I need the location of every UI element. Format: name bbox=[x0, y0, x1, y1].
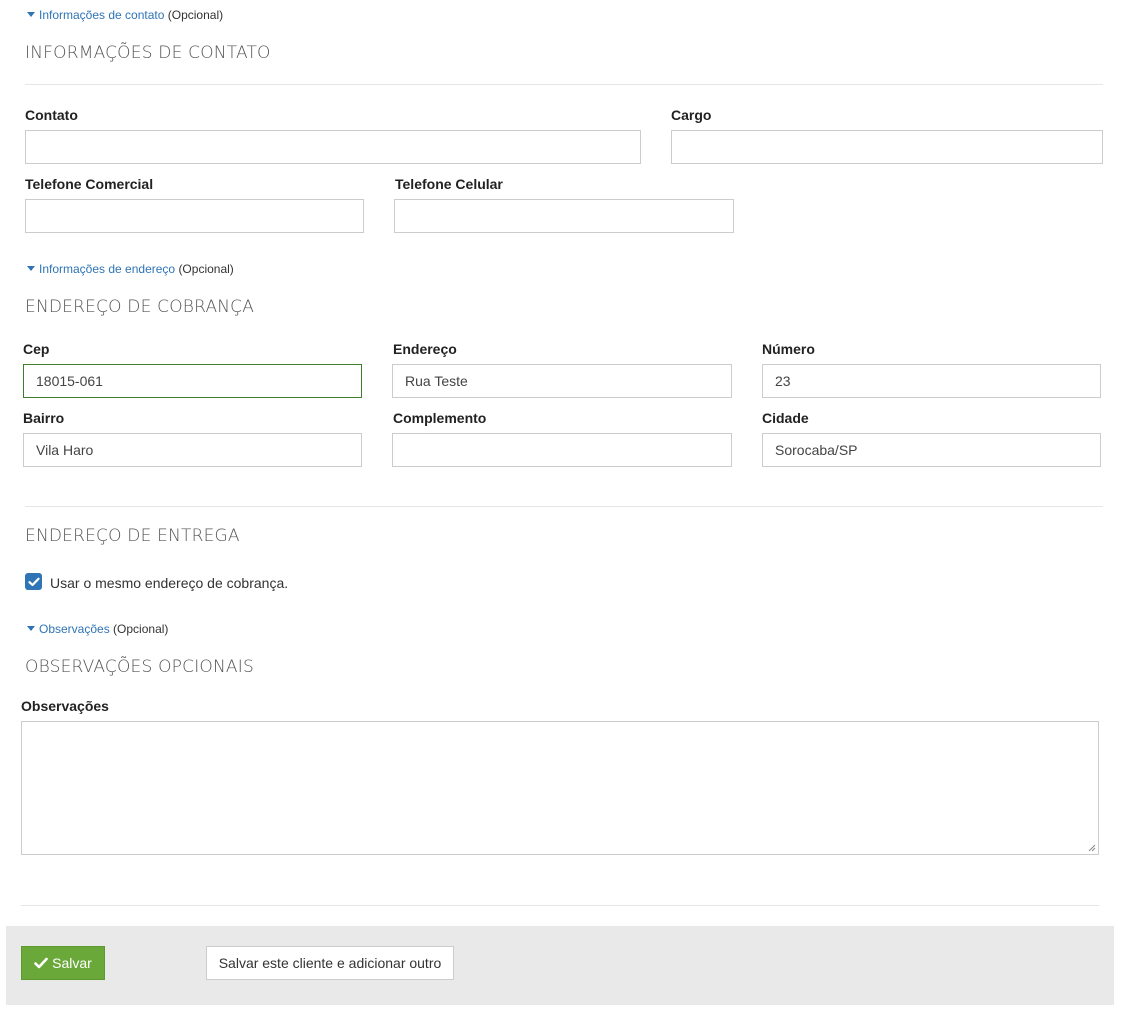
telefone-comercial-input[interactable] bbox=[25, 199, 364, 233]
numero-input[interactable] bbox=[762, 364, 1101, 398]
save-button[interactable]: Salvar bbox=[21, 946, 105, 980]
contato-label: Contato bbox=[25, 107, 78, 123]
billing-section-title: ENDEREÇO DE COBRANÇA bbox=[25, 297, 255, 317]
notes-optional-text: (Opcional) bbox=[113, 622, 169, 636]
caret-down-icon bbox=[27, 266, 35, 271]
contact-info-toggle-link[interactable]: Informações de contato bbox=[39, 8, 164, 22]
telefone-celular-label: Telefone Celular bbox=[395, 176, 503, 192]
complemento-label: Complemento bbox=[393, 410, 487, 426]
save-button-label: Salvar bbox=[52, 955, 92, 971]
divider bbox=[21, 905, 1099, 906]
contact-info-optional-text: (Opcional) bbox=[167, 8, 224, 22]
endereco-input[interactable] bbox=[392, 364, 732, 398]
caret-down-icon bbox=[27, 12, 35, 17]
bairro-input[interactable] bbox=[23, 433, 362, 467]
bairro-label: Bairro bbox=[23, 410, 65, 426]
endereco-label: Endereço bbox=[393, 341, 457, 357]
telefone-celular-input[interactable] bbox=[394, 199, 734, 233]
observacoes-textarea[interactable] bbox=[21, 721, 1099, 855]
divider bbox=[25, 84, 1103, 85]
cargo-label: Cargo bbox=[671, 107, 712, 123]
complemento-input[interactable] bbox=[392, 433, 732, 467]
numero-label: Número bbox=[762, 341, 815, 357]
checkmark-icon bbox=[27, 577, 40, 586]
same-address-label[interactable]: Usar o mesmo endereço de cobrança. bbox=[50, 575, 288, 591]
same-address-checkbox[interactable] bbox=[25, 573, 42, 590]
cep-input[interactable] bbox=[23, 364, 362, 398]
cep-label: Cep bbox=[23, 341, 50, 357]
form-footer bbox=[6, 926, 1114, 1005]
observacoes-label: Observações bbox=[21, 698, 109, 714]
notes-toggle[interactable]: Observações (Opcional) bbox=[27, 622, 168, 636]
address-info-toggle[interactable]: Informações de endereço (Opcional) bbox=[27, 262, 234, 276]
contato-input[interactable] bbox=[25, 130, 641, 164]
telefone-comercial-label: Telefone Comercial bbox=[25, 176, 154, 192]
contact-section-title: INFORMAÇÕES DE CONTATO bbox=[25, 43, 271, 63]
caret-down-icon bbox=[27, 626, 35, 631]
cargo-input[interactable] bbox=[671, 130, 1103, 164]
save-and-add-button[interactable]: Salvar este cliente e adicionar outro bbox=[206, 946, 454, 980]
notes-section-title: OBSERVAÇÕES OPCIONAIS bbox=[25, 657, 254, 677]
contact-info-toggle[interactable]: Informações de contato (Opcional) bbox=[27, 8, 223, 22]
notes-toggle-link[interactable]: Observações bbox=[39, 622, 110, 636]
cidade-input[interactable] bbox=[762, 433, 1101, 467]
cidade-label: Cidade bbox=[762, 410, 809, 426]
address-info-toggle-link[interactable]: Informações de endereço bbox=[39, 262, 175, 276]
address-info-optional-text: (Opcional) bbox=[178, 262, 234, 276]
delivery-section-title: ENDEREÇO DE ENTREGA bbox=[25, 526, 240, 546]
divider bbox=[25, 506, 1103, 507]
check-icon bbox=[34, 957, 48, 969]
